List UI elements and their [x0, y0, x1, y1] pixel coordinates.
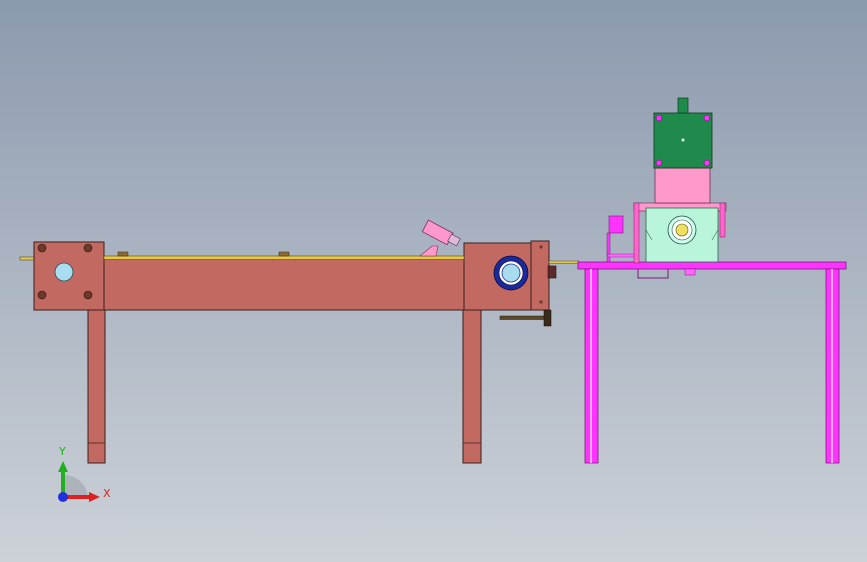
gearbox-frame-post-left	[633, 202, 640, 264]
bolt-icon	[83, 243, 93, 253]
bench-leg-right[interactable]	[462, 309, 482, 464]
z-axis-dot-icon	[58, 492, 68, 502]
rail-clamp[interactable]	[117, 251, 129, 257]
motor-screw-icon	[655, 159, 663, 167]
bench-beam[interactable]	[33, 258, 535, 311]
stand-tabletop[interactable]	[577, 261, 847, 270]
motor-screw-icon	[655, 114, 663, 122]
switch-box[interactable]	[608, 215, 624, 234]
bolt-icon	[37, 290, 47, 300]
under-bracket	[637, 269, 669, 279]
sensor-assembly[interactable]	[419, 219, 461, 257]
motor-stand[interactable]	[577, 97, 847, 464]
switch-rail	[607, 253, 639, 258]
y-axis-arrow-icon	[58, 461, 68, 472]
rail-clamp[interactable]	[278, 251, 290, 257]
assembly-drawing[interactable]: Y X	[0, 0, 867, 562]
cad-viewport[interactable]: Y X	[0, 0, 867, 562]
bolt-icon	[37, 243, 47, 253]
top-rail[interactable]	[103, 255, 465, 260]
motor-shaft-cap[interactable]	[677, 97, 689, 114]
x-axis-arrow-icon	[89, 492, 100, 502]
switch-post[interactable]	[606, 232, 611, 263]
shaft-hole[interactable]	[54, 262, 74, 282]
gearbox-frame-post-right	[719, 202, 726, 238]
conveyor-bench[interactable]	[19, 219, 580, 464]
end-plate-right[interactable]	[530, 240, 550, 311]
x-axis-label: X	[103, 487, 111, 500]
motor-adapter[interactable]	[654, 167, 711, 204]
adjust-knob[interactable]	[543, 309, 552, 327]
motor-center-icon	[680, 137, 686, 143]
bench-leg-left[interactable]	[87, 309, 106, 464]
link-rod[interactable]	[548, 260, 580, 264]
motor-screw-icon	[703, 159, 711, 167]
output-shaft-core	[675, 223, 689, 237]
bolt-icon	[539, 245, 543, 249]
y-axis-label: Y	[58, 445, 66, 458]
end-plate-tab[interactable]	[547, 265, 557, 279]
sensor-bracket[interactable]	[419, 245, 439, 257]
adjust-rod[interactable]	[499, 315, 549, 320]
bearing-inner	[501, 263, 521, 283]
triad-arc	[64, 474, 88, 497]
under-nut	[684, 268, 696, 276]
bolt-icon	[83, 290, 93, 300]
motor-screw-icon	[703, 114, 711, 122]
bolt-icon	[539, 300, 543, 304]
